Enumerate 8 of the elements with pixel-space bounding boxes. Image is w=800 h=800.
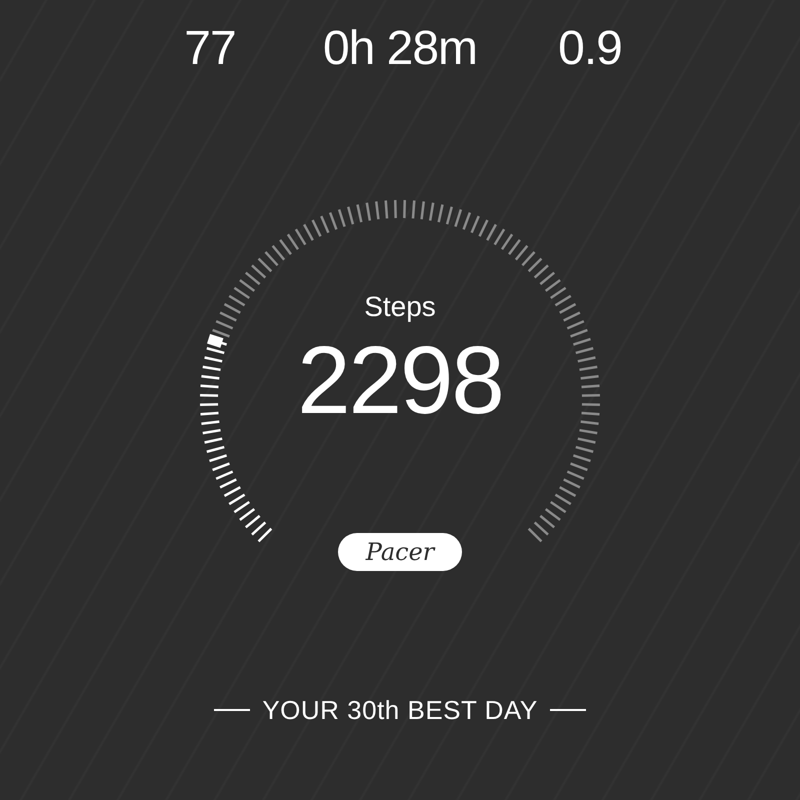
stat-value: 77 xyxy=(184,21,236,77)
best-day-text: YOUR 30th BEST DAY xyxy=(262,694,538,726)
stat-value: 0h 28m xyxy=(322,21,478,77)
steps-label: Steps xyxy=(364,290,436,324)
stat-value: 0.9 xyxy=(558,21,622,77)
logo-text: Pacer xyxy=(366,540,434,564)
progress-marker xyxy=(207,334,224,348)
steps-count: 2298 xyxy=(297,326,503,436)
